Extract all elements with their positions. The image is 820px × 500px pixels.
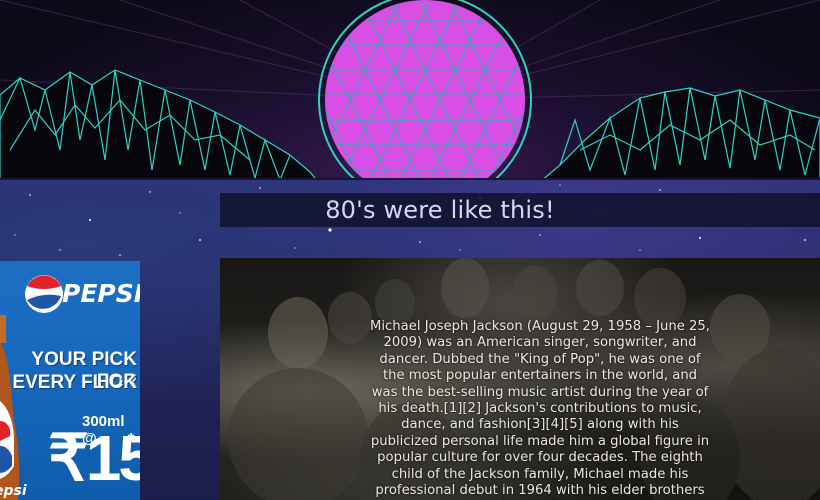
- ad-price: ₹15: [48, 422, 140, 494]
- geodesic-sphere: [318, 0, 532, 182]
- ad-tagline-line2: EVERY FLICK: [12, 372, 137, 393]
- pepsi-advertisement[interactable]: PEPSI YOUR PICK FOR EVERY FLICK 300ml @ …: [0, 261, 140, 500]
- synthwave-illustration: [0, 0, 820, 182]
- page-title-bar: 80's were like this!: [220, 193, 820, 227]
- biography-text: Michael Joseph Jackson (August 29, 1958 …: [370, 319, 710, 500]
- ad-bottle-label: epsi: [0, 483, 27, 499]
- ad-price-asterisk: *: [128, 431, 135, 448]
- ad-brand: PEPSI: [62, 279, 140, 308]
- left-mountains: [0, 69, 319, 182]
- pepsi-bottle-icon: [0, 315, 20, 500]
- right-mountains: [539, 87, 820, 182]
- hero-banner: [0, 0, 820, 182]
- content-panel: Michael Joseph Jackson (August 29, 1958 …: [220, 258, 820, 500]
- page-title: 80's were like this!: [325, 196, 555, 224]
- pepsi-logo-icon: [25, 275, 63, 313]
